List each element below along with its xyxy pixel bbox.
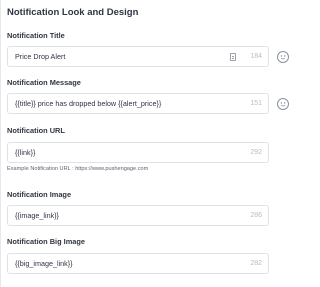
title-char-count: 184 bbox=[250, 53, 262, 60]
big-image-input-value: {{big_image_link}} bbox=[15, 259, 73, 268]
smiley-icon bbox=[280, 55, 286, 60]
title-emoji-button[interactable] bbox=[277, 51, 289, 63]
message-input-value: {{title}} price has dropped below {{aler… bbox=[15, 99, 162, 108]
notification-design-panel: Notification Look and Design Notificatio… bbox=[0, 0, 300, 287]
document-icon[interactable] bbox=[230, 52, 237, 61]
url-input[interactable]: {{link}} 292 bbox=[7, 142, 269, 163]
url-label: Notification URL bbox=[7, 126, 65, 135]
url-helper-text: Example Notification URL : https://www.p… bbox=[7, 166, 148, 172]
smiley-icon bbox=[280, 102, 286, 107]
section-title: Notification Look and Design bbox=[7, 7, 139, 18]
image-input[interactable]: {{image_link}} 286 bbox=[7, 205, 269, 226]
url-char-count: 292 bbox=[250, 149, 262, 156]
message-emoji-button[interactable] bbox=[277, 98, 289, 110]
url-input-value: {{link}} bbox=[15, 148, 36, 157]
url-helper-example: https://www.pushengage.com bbox=[75, 166, 149, 172]
title-input[interactable]: Price Drop Alert 184 bbox=[7, 46, 269, 67]
url-helper-prefix: Example Notification URL : bbox=[7, 166, 76, 172]
big-image-input[interactable]: {{big_image_link}} 282 bbox=[7, 253, 269, 274]
image-char-count: 286 bbox=[250, 212, 262, 219]
image-label: Notification Image bbox=[7, 190, 72, 199]
big-image-label: Notification Big Image bbox=[7, 237, 86, 246]
title-label: Notification Title bbox=[7, 31, 65, 40]
title-input-value: Price Drop Alert bbox=[15, 52, 66, 61]
message-input[interactable]: {{title}} price has dropped below {{aler… bbox=[7, 93, 269, 114]
big-image-char-count: 282 bbox=[250, 260, 262, 267]
message-char-count: 151 bbox=[250, 100, 262, 107]
image-input-value: {{image_link}} bbox=[15, 211, 59, 220]
message-label: Notification Message bbox=[7, 78, 81, 87]
